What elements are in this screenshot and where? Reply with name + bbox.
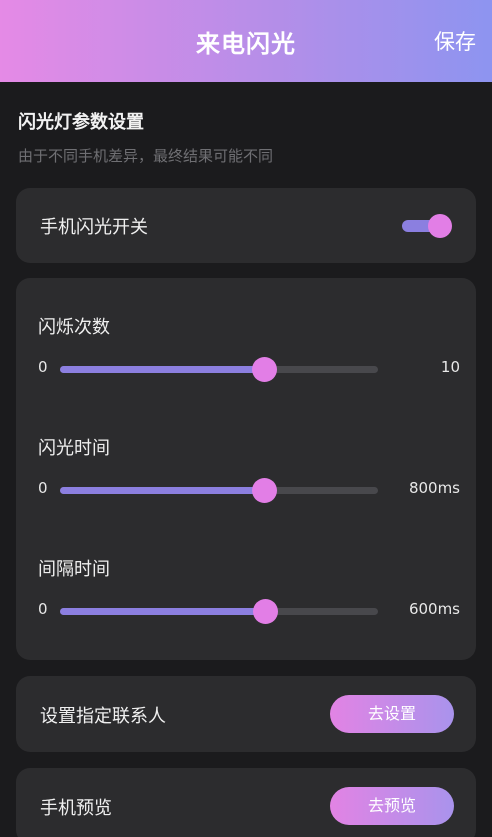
flash-count-label: 闪烁次数 xyxy=(38,317,110,338)
preview-card: 手机预览 去预览 xyxy=(16,768,476,837)
flash-duration-slider-block: 闪光时间 0 800ms xyxy=(16,434,476,534)
flash-count-slider[interactable] xyxy=(60,357,378,382)
flash-duration-min: 0 xyxy=(38,479,48,497)
flash-count-min: 0 xyxy=(38,358,48,376)
contact-card: 设置指定联系人 去设置 xyxy=(16,676,476,752)
interval-max: 600ms xyxy=(408,600,460,618)
flash-switch-toggle[interactable] xyxy=(402,214,452,238)
slider-fill xyxy=(60,608,266,615)
save-button[interactable]: 保存 xyxy=(434,26,476,56)
flash-duration-max: 800ms xyxy=(408,479,460,497)
go-settings-button[interactable]: 去设置 xyxy=(330,695,454,733)
flash-count-slider-block: 闪烁次数 0 10 xyxy=(16,313,476,413)
app-header: 来电闪光 保存 xyxy=(0,0,492,82)
flash-params-card: 闪烁次数 0 10 闪光时间 0 800ms 间隔时间 0 600ms xyxy=(16,278,476,660)
flash-switch-label: 手机闪光开关 xyxy=(40,217,148,238)
interval-slider[interactable] xyxy=(60,599,378,624)
interval-label: 间隔时间 xyxy=(38,559,110,580)
flash-count-max: 10 xyxy=(440,358,460,376)
slider-thumb[interactable] xyxy=(251,478,277,503)
preview-label: 手机预览 xyxy=(40,798,112,819)
slider-fill xyxy=(60,366,264,373)
section-title: 闪光灯参数设置 xyxy=(18,112,144,133)
interval-slider-block: 间隔时间 0 600ms xyxy=(16,555,476,655)
slider-thumb[interactable] xyxy=(251,357,277,382)
slider-thumb[interactable] xyxy=(253,599,279,624)
slider-fill xyxy=(60,487,264,494)
go-preview-button[interactable]: 去预览 xyxy=(330,787,454,825)
flash-switch-card: 手机闪光开关 xyxy=(16,188,476,263)
page-title: 来电闪光 xyxy=(196,30,296,58)
flash-duration-label: 闪光时间 xyxy=(38,438,110,459)
interval-min: 0 xyxy=(38,600,48,618)
flash-duration-slider[interactable] xyxy=(60,478,378,503)
section-subtitle: 由于不同手机差异，最终结果可能不同 xyxy=(18,147,274,165)
toggle-knob[interactable] xyxy=(428,214,452,238)
contact-label: 设置指定联系人 xyxy=(40,706,166,727)
